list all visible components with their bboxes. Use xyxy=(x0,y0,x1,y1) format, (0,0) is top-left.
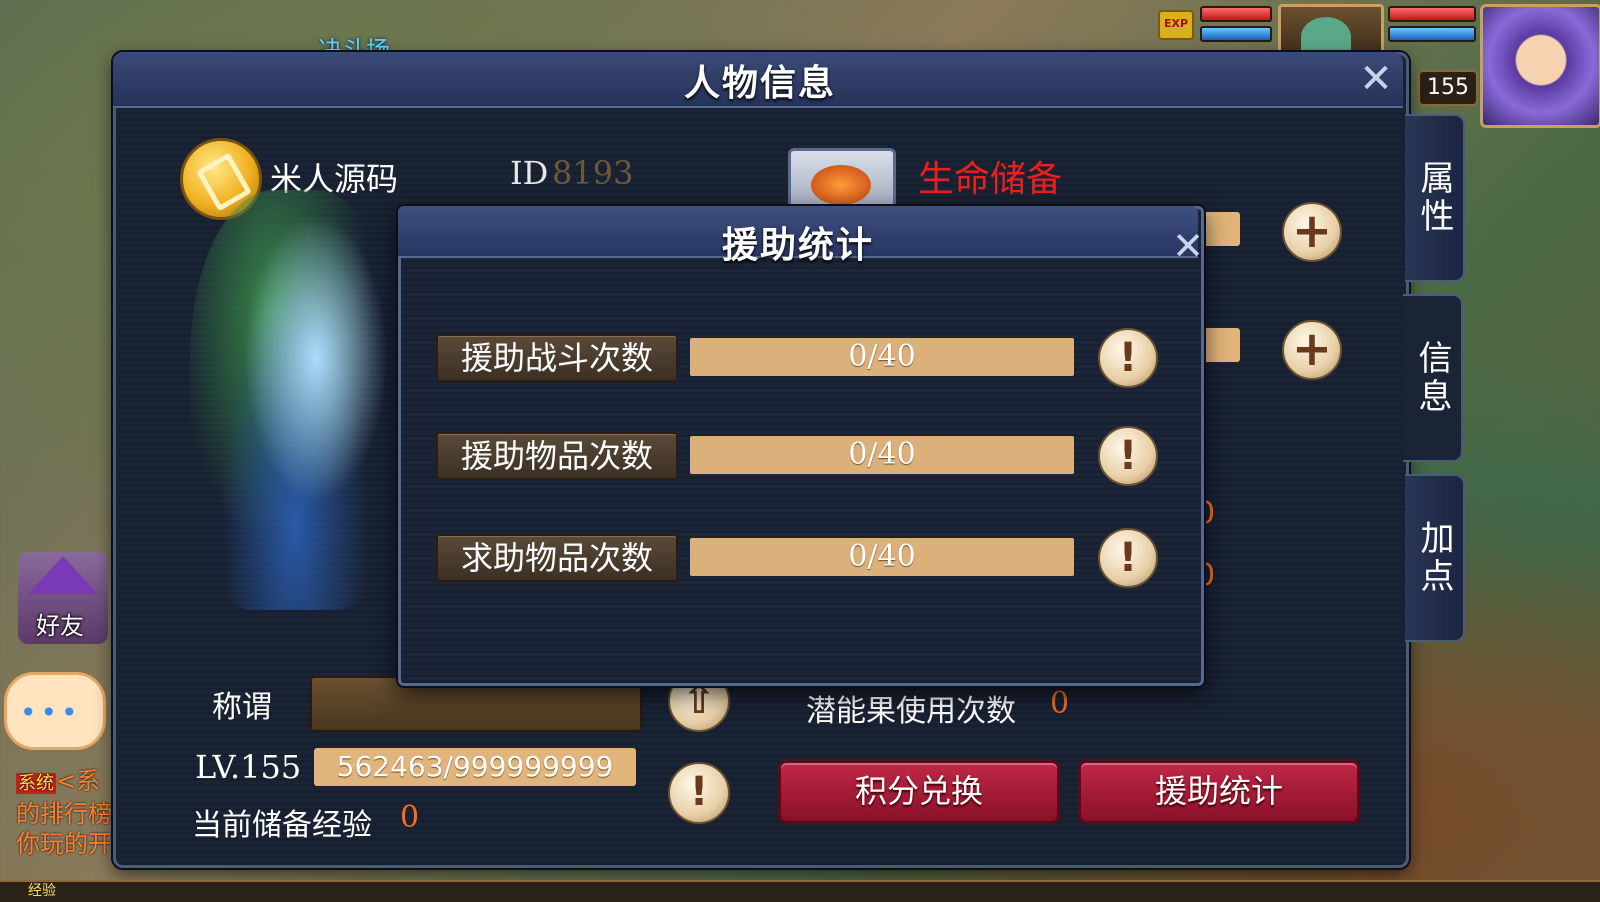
close-icon[interactable]: ✕ xyxy=(1168,226,1208,266)
add-icon[interactable]: + xyxy=(1282,202,1342,262)
assist-battle-bar: 0/40 xyxy=(690,338,1074,376)
pet-hp-bar xyxy=(1200,6,1272,22)
add-icon[interactable]: + xyxy=(1282,320,1342,380)
player-mp-bar xyxy=(1388,26,1476,42)
pet-mp-bar xyxy=(1200,26,1272,42)
assist-battle-info-icon[interactable]: ! xyxy=(1098,328,1158,388)
system-line-2: 的排行榜 xyxy=(16,800,112,828)
request-item-info-icon[interactable]: ! xyxy=(1098,528,1158,588)
assist-item-label: 援助物品次数 xyxy=(436,432,678,480)
system-message[interactable]: 系统<系 的排行榜 你玩的开 xyxy=(16,766,116,859)
title-label: 称谓 xyxy=(212,690,272,725)
chat-dots-icon: ••• xyxy=(20,696,82,729)
assist-item-bar: 0/40 xyxy=(690,436,1074,474)
level-label: LV.155 xyxy=(195,748,302,786)
request-item-label: 求助物品次数 xyxy=(436,534,678,582)
exp-boost-icon[interactable]: EXP xyxy=(1158,10,1194,40)
request-item-bar: 0/40 xyxy=(690,538,1074,576)
exp-strip-label: 经验 xyxy=(28,883,56,899)
character-art xyxy=(190,190,400,610)
system-line-3: 你玩的开 xyxy=(16,830,112,858)
exp-info-icon[interactable]: ! xyxy=(668,762,730,824)
potential-fruit-label: 潜能果使用次数 xyxy=(806,694,1016,729)
tab-add-points[interactable]: 加点 xyxy=(1405,474,1465,642)
character-panel-title: 人物信息 xyxy=(683,63,836,104)
potential-fruit-value: 0 xyxy=(1050,686,1070,721)
character-id-label: ID xyxy=(510,154,549,192)
character-id: 8193 xyxy=(552,154,634,192)
friends-label: 好友 xyxy=(36,612,84,640)
tab-info[interactable]: 信息 xyxy=(1403,294,1463,462)
player-hp-bar xyxy=(1388,6,1476,22)
exp-bar: 562463/999999999 xyxy=(314,748,636,786)
life-reserve-label: 生命储备 xyxy=(918,159,1063,200)
stored-exp-value: 0 xyxy=(400,800,420,835)
assist-stats-button[interactable]: 援助统计 xyxy=(1078,760,1360,824)
assist-battle-label: 援助战斗次数 xyxy=(436,334,678,382)
exchange-points-button[interactable]: 积分兑换 xyxy=(778,760,1060,824)
system-tag: 系统 xyxy=(16,773,56,794)
close-icon[interactable]: ✕ xyxy=(1355,58,1397,100)
system-line-1: <系 xyxy=(56,767,101,795)
assist-item-info-icon[interactable]: ! xyxy=(1098,426,1158,486)
tab-attributes[interactable]: 属性 xyxy=(1405,114,1465,282)
exp-strip xyxy=(0,880,1600,902)
stored-exp-label: 当前储备经验 xyxy=(192,808,372,843)
assist-dialog-title: 援助统计 xyxy=(721,225,874,266)
